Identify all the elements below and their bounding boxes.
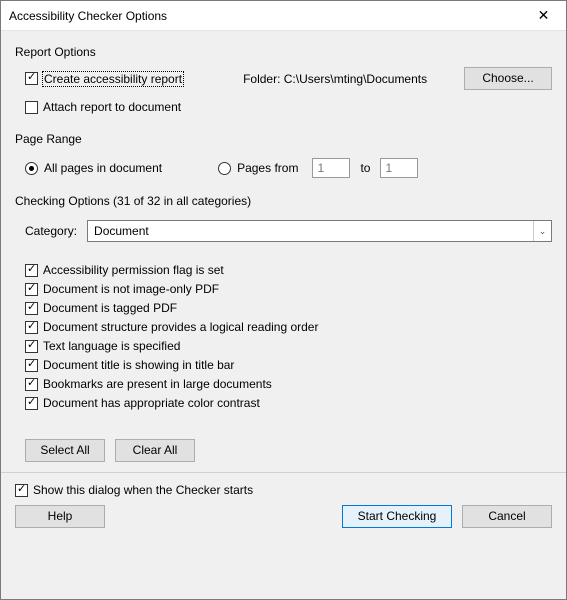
option-label: Document structure provides a logical re… (43, 320, 318, 334)
option-label: Text language is specified (43, 339, 180, 353)
page-range-label: Page Range (15, 132, 552, 146)
start-checking-button[interactable]: Start Checking (342, 505, 452, 528)
category-row: Category: Document ⌄ (15, 220, 552, 242)
category-value: Document (94, 224, 533, 238)
page-from-input[interactable]: 1 (312, 158, 350, 178)
close-icon: ✕ (538, 7, 550, 24)
select-all-button[interactable]: Select All (25, 439, 105, 462)
option-checkbox[interactable] (25, 340, 38, 353)
dialog-window: Accessibility Checker Options ✕ Report O… (0, 0, 567, 600)
create-report-label: Create accessibility report (43, 72, 183, 86)
cancel-button[interactable]: Cancel (462, 505, 552, 528)
option-checkbox[interactable] (25, 264, 38, 277)
option-label: Document title is showing in title bar (43, 358, 234, 372)
show-dialog-checkbox[interactable] (15, 484, 28, 497)
show-dialog-label: Show this dialog when the Checker starts (33, 483, 253, 497)
option-checkbox[interactable] (25, 359, 38, 372)
option-label: Document has appropriate color contrast (43, 396, 260, 410)
pages-from-label: Pages from (237, 161, 298, 175)
option-checkbox[interactable] (25, 302, 38, 315)
clear-all-button[interactable]: Clear All (115, 439, 195, 462)
titlebar: Accessibility Checker Options ✕ (1, 1, 566, 31)
report-options-label: Report Options (15, 45, 552, 59)
folder-path-label: Folder: C:\Users\mting\Documents (243, 72, 427, 86)
checking-option-list: Accessibility permission flag is set Doc… (15, 258, 552, 415)
option-label: Bookmarks are present in large documents (43, 377, 272, 391)
dialog-content: Report Options Create accessibility repo… (1, 31, 566, 599)
category-select[interactable]: Document ⌄ (87, 220, 552, 242)
help-button[interactable]: Help (15, 505, 105, 528)
footer-buttons: Help Start Checking Cancel (15, 501, 552, 532)
create-report-row: Create accessibility report Folder: C:\U… (15, 67, 552, 90)
attach-report-checkbox[interactable] (25, 101, 38, 114)
window-title: Accessibility Checker Options (9, 9, 521, 23)
pages-from-radio[interactable] (218, 162, 231, 175)
option-checkbox[interactable] (25, 321, 38, 334)
checking-options-label: Checking Options (31 of 32 in all catego… (15, 194, 552, 208)
page-to-input[interactable]: 1 (380, 158, 418, 178)
option-label: Accessibility permission flag is set (43, 263, 224, 277)
to-label: to (360, 161, 370, 175)
choose-folder-button[interactable]: Choose... (464, 67, 552, 90)
divider (1, 472, 566, 473)
option-checkbox[interactable] (25, 378, 38, 391)
option-checkbox[interactable] (25, 283, 38, 296)
select-clear-row: Select All Clear All (15, 439, 552, 462)
option-label: Document is tagged PDF (43, 301, 177, 315)
option-checkbox[interactable] (25, 397, 38, 410)
create-report-checkbox[interactable] (25, 72, 38, 85)
category-label: Category: (25, 224, 77, 238)
page-range-row: All pages in document Pages from 1 to 1 (15, 158, 552, 178)
attach-report-label: Attach report to document (43, 100, 181, 114)
chevron-down-icon: ⌄ (533, 221, 551, 241)
all-pages-label: All pages in document (44, 161, 162, 175)
all-pages-radio[interactable] (25, 162, 38, 175)
option-label: Document is not image-only PDF (43, 282, 219, 296)
close-button[interactable]: ✕ (521, 1, 566, 31)
